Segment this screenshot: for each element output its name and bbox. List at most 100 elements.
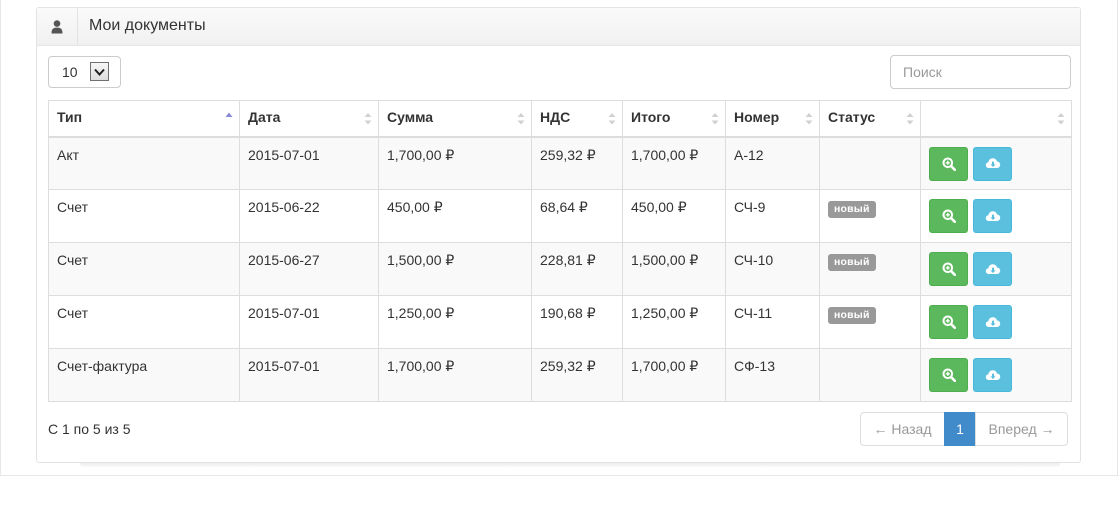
sort-both-icon (364, 112, 372, 126)
documents-table: Тип Дата Сумма НДС Итого Номер Статус Ак… (48, 100, 1072, 402)
sort-both-icon (1057, 112, 1065, 126)
cell-type: Счет (48, 295, 240, 349)
download-button[interactable] (973, 199, 1012, 233)
cloud-download-icon (985, 210, 1001, 223)
cell-total: 450,00 ₽ (622, 189, 726, 243)
view-button[interactable] (929, 305, 968, 339)
cell-date: 2015-07-01 (239, 136, 379, 190)
cell-type: Счет (48, 189, 240, 243)
column-label: Номер (734, 109, 780, 125)
cell-sum: 450,00 ₽ (378, 189, 532, 243)
column-header-number[interactable]: Номер (725, 100, 820, 138)
column-header-status[interactable]: Статус (819, 100, 921, 138)
panel-shadow (80, 463, 1060, 467)
column-label: Сумма (387, 109, 434, 125)
column-header-total[interactable]: Итого (622, 100, 726, 138)
cell-number: СЧ-10 (725, 242, 820, 296)
pagination: ← Назад 1 Вперед → (860, 412, 1068, 446)
cell-number: СФ-13 (725, 348, 820, 402)
cell-sum: 1,700,00 ₽ (378, 136, 532, 190)
cell-vat: 228,81 ₽ (531, 242, 623, 296)
sort-both-icon (906, 112, 914, 126)
cell-actions (920, 136, 1072, 190)
column-label: Дата (248, 109, 281, 125)
cell-date: 2015-07-01 (239, 295, 379, 349)
page-length-value: 10 (62, 64, 78, 80)
column-header-actions[interactable] (920, 100, 1072, 138)
cell-type: Акт (48, 136, 240, 190)
cell-type: Счет-фактура (48, 348, 240, 402)
cell-sum: 1,500,00 ₽ (378, 242, 532, 296)
download-button[interactable] (973, 252, 1012, 286)
page-1-button[interactable]: 1 (944, 412, 976, 446)
zoom-in-icon (942, 368, 956, 382)
table-row: Акт 2015-07-01 1,700,00 ₽259,32 ₽1,700,00 … (48, 136, 1072, 190)
cell-total: 1,700,00 ₽ (622, 348, 726, 402)
download-button[interactable] (973, 358, 1012, 392)
cell-vat: 190,68 ₽ (531, 295, 623, 349)
download-button[interactable] (973, 146, 1012, 181)
cloud-download-icon (985, 316, 1001, 329)
cell-status: новый (819, 295, 921, 349)
sort-both-icon (711, 112, 719, 126)
next-page-button[interactable]: Вперед → (975, 412, 1068, 446)
cell-date: 2015-07-01 (239, 348, 379, 402)
column-header-sum[interactable]: Сумма (378, 100, 532, 138)
panel-heading: Мои документы (37, 8, 1080, 46)
view-button[interactable] (929, 199, 968, 233)
cell-vat: 259,32 ₽ (531, 348, 623, 402)
cell-vat: 259,32 ₽ (531, 136, 623, 190)
sort-both-icon (608, 112, 616, 126)
chevron-down-icon[interactable] (90, 62, 109, 81)
table-row: Счет-фактура 2015-07-01 1,700,00 ₽259,32 ₽… (48, 348, 1072, 402)
download-button[interactable] (973, 305, 1012, 339)
panel-title: Мои документы (89, 17, 206, 34)
page-length-select[interactable]: 10 (48, 56, 121, 88)
prev-page-button[interactable]: ← Назад (860, 412, 945, 446)
column-label: Тип (57, 109, 83, 125)
view-button[interactable] (929, 252, 968, 286)
cell-number: А-12 (725, 136, 820, 190)
cell-actions (920, 348, 1072, 402)
cell-vat: 68,64 ₽ (531, 189, 623, 243)
zoom-in-icon (942, 209, 956, 223)
cell-actions (920, 189, 1072, 243)
column-label: НДС (540, 109, 571, 125)
zoom-in-icon (942, 315, 956, 329)
cell-sum: 1,250,00 ₽ (378, 295, 532, 349)
cell-status: новый (819, 242, 921, 296)
sort-both-icon (805, 112, 813, 126)
zoom-in-icon (942, 262, 956, 276)
view-button[interactable] (929, 146, 968, 181)
zoom-in-icon (942, 157, 956, 171)
table-row: Счет 2015-06-22 450,00 ₽68,64 ₽450,00 ₽ СЧ-… (48, 189, 1072, 243)
cell-date: 2015-06-22 (239, 189, 379, 243)
cell-sum: 1,700,00 ₽ (378, 348, 532, 402)
cloud-download-icon (985, 369, 1001, 382)
column-header-type[interactable]: Тип (48, 100, 240, 138)
cell-status: новый (819, 189, 921, 243)
sort-ascending-icon (225, 112, 233, 126)
cell-number: СЧ-11 (725, 295, 820, 349)
cell-total: 1,250,00 ₽ (622, 295, 726, 349)
user-icon (37, 8, 78, 45)
documents-panel: Мои документы 10 Тип Дата Сумма НДС Итог… (36, 7, 1081, 463)
cell-status (819, 348, 921, 402)
search-input[interactable] (890, 55, 1071, 89)
sort-both-icon (517, 112, 525, 126)
column-header-vat[interactable]: НДС (531, 100, 623, 138)
column-label: Статус (828, 109, 876, 125)
cloud-download-icon (985, 263, 1001, 276)
table-row: Счет 2015-07-01 1,250,00 ₽190,68 ₽1,250,00… (48, 295, 1072, 349)
cell-status (819, 136, 921, 190)
cell-actions (920, 295, 1072, 349)
cell-actions (920, 242, 1072, 296)
cell-number: СЧ-9 (725, 189, 820, 243)
view-button[interactable] (929, 358, 968, 392)
cell-type: Счет (48, 242, 240, 296)
cell-date: 2015-06-27 (239, 242, 379, 296)
column-label: Итого (631, 109, 671, 125)
table-row: Счет 2015-06-27 1,500,00 ₽228,81 ₽1,500,00… (48, 242, 1072, 296)
column-header-date[interactable]: Дата (239, 100, 379, 138)
status-badge: новый (828, 254, 876, 271)
